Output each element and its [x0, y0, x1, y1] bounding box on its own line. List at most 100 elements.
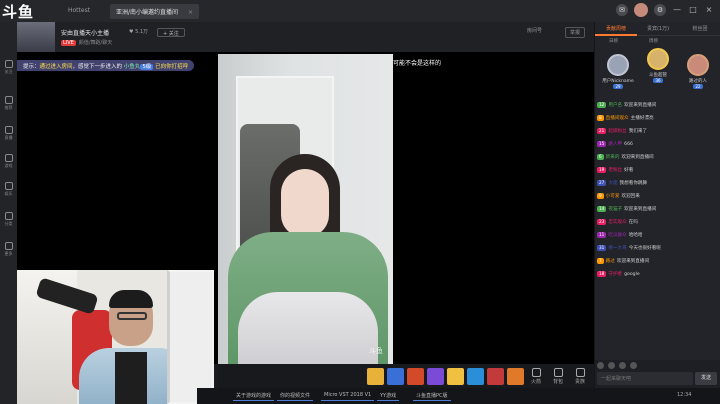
emoji-icon[interactable] — [597, 362, 604, 369]
taskbar-item[interactable]: 你的视频文件 — [277, 391, 314, 401]
chat-nickname[interactable]: 榜一大哥 — [608, 246, 626, 251]
rail-item-recommend[interactable]: 推荐 — [2, 96, 15, 111]
user-level-badge: 18 — [597, 271, 607, 277]
tv-icon — [4, 126, 13, 134]
user-level-badge: 21 — [597, 128, 607, 134]
douyu-logo[interactable]: 斗鱼 — [2, 1, 58, 21]
gift-bar-button[interactable]: 贵族 — [571, 368, 589, 385]
close-window-icon[interactable]: × — [704, 5, 714, 15]
chat-text: 欢迎来到直播间 — [624, 207, 657, 212]
music-icon — [4, 182, 13, 190]
live-badge: LIVE — [61, 40, 76, 46]
chat-message[interactable]: 7 路过 欢迎来到直播间 — [597, 258, 717, 265]
chat-message[interactable]: 18 守护者 google — [597, 271, 717, 278]
color-icon[interactable] — [619, 362, 626, 369]
gift-item[interactable] — [407, 368, 424, 385]
taskbar-item[interactable]: 关于游戏的游戏 — [233, 391, 275, 401]
gift-item[interactable] — [447, 368, 464, 385]
maximize-icon[interactable]: □ — [688, 5, 698, 15]
chat-nickname[interactable]: 新来的 — [606, 155, 620, 160]
chat-message[interactable]: 8 直播间观众 主播好漂亮 — [597, 115, 717, 122]
tab-fan-club[interactable]: 粉丝团 — [679, 22, 720, 36]
rail-item-category[interactable]: 分类 — [2, 212, 15, 227]
more-icon — [4, 242, 13, 250]
gift-item[interactable] — [427, 368, 444, 385]
chat-nickname[interactable]: 路人甲 — [608, 142, 622, 147]
rank-2[interactable]: 用户Nickname 29 — [599, 54, 637, 90]
chat-message[interactable]: 27 大佬 我想看你跳舞 — [597, 180, 717, 187]
gamepad-icon — [4, 154, 13, 162]
chat-nickname[interactable]: 老粉丝 — [608, 168, 622, 173]
taskbar-item[interactable]: Micro VST 2018 V1 — [321, 391, 375, 401]
send-button[interactable]: 发送 — [695, 372, 717, 385]
chat-nickname[interactable]: 守护者 — [608, 272, 622, 277]
rail-item-follow[interactable]: 关注 — [2, 60, 15, 75]
notice-user[interactable]: 通过进入房间 — [40, 64, 73, 70]
rank-daily[interactable]: 日榜 — [609, 38, 618, 44]
tab-vip[interactable]: 贵宾(1万) — [637, 22, 679, 36]
chat-nickname[interactable]: 用户名 — [608, 103, 622, 108]
close-tab-icon[interactable]: × — [188, 9, 193, 16]
chat-message[interactable]: 14 夜猫子 欢迎来到直播间 — [597, 206, 717, 213]
video-stage[interactable]: 提示：通过进入房间，感觉下一步进入的 小鱼丸 5级 已向你打招呼 可能不会是这样的… — [17, 52, 594, 404]
gift-item[interactable] — [367, 368, 384, 385]
chat-message[interactable]: 23 忠实观众 在吗 — [597, 219, 717, 226]
star-icon — [4, 96, 13, 104]
chat-nickname[interactable]: 小可爱 — [606, 194, 620, 199]
chat-message[interactable]: 19 老粉丝 好看 — [597, 167, 717, 174]
tab-contribution[interactable]: 贡献周榜 — [595, 22, 637, 36]
rank-weekly[interactable]: 周榜 — [649, 38, 658, 44]
contributor-avatar — [687, 54, 709, 76]
gift-item[interactable] — [387, 368, 404, 385]
fan-icon[interactable] — [630, 362, 637, 369]
chat-nickname[interactable]: 路过 — [606, 259, 615, 264]
gift-item[interactable] — [467, 368, 484, 385]
gift-item[interactable] — [487, 368, 504, 385]
follow-button[interactable]: + 关注 — [157, 28, 185, 37]
message-icon[interactable]: ✉ — [616, 4, 628, 16]
chat-nickname[interactable]: 吃瓜群众 — [608, 233, 626, 238]
chat-message[interactable]: 9 小可爱 欢迎回来 — [597, 193, 717, 200]
rank-3[interactable]: 路过的人 22 — [679, 54, 717, 90]
taskbar-item[interactable]: YY游戏 — [377, 391, 400, 401]
notice-user-2[interactable]: 小鱼丸 — [124, 64, 141, 70]
chat-message[interactable]: 12 用户名 欢迎来到直播间 — [597, 102, 717, 109]
chat-nickname[interactable]: 超级粉丝 — [608, 129, 626, 134]
rail-item-fun[interactable]: 娱乐 — [2, 182, 15, 197]
gift-icon[interactable] — [608, 362, 615, 369]
room-number-label: 房间号 — [527, 28, 543, 34]
chat-message[interactable]: 31 榜一大哥 今天也很好看呢 — [597, 245, 717, 252]
gift-bar-button[interactable]: 火箭 — [527, 368, 545, 385]
taskbar-item[interactable]: 斗鱼直播PC版 — [413, 391, 451, 401]
chat-input[interactable]: 一起来聊天吧 — [597, 372, 693, 385]
gift-item[interactable] — [507, 368, 524, 385]
chat-nickname[interactable]: 忠实观众 — [608, 220, 626, 225]
gift-bar-button[interactable]: 背包 — [549, 368, 567, 385]
chat-message[interactable]: 21 超级粉丝 我们来了 — [597, 128, 717, 135]
tab-hottest[interactable]: Hottest — [62, 4, 96, 19]
main-video-feed[interactable]: 斗鱼 — [218, 54, 393, 364]
chat-nickname[interactable]: 直播间观众 — [606, 116, 629, 121]
rail-item-live[interactable]: 直播 — [2, 126, 15, 141]
chat-message[interactable]: 6 新来的 欢迎来到直播间 — [597, 154, 717, 161]
rank-1[interactable]: 斗鱼超管 36 — [639, 48, 677, 84]
chat-nickname[interactable]: 大佬 — [608, 181, 617, 186]
chat-message[interactable]: 15 路人甲 666 — [597, 141, 717, 148]
chat-text: 欢迎来到直播间 — [616, 259, 650, 264]
tab-live-room[interactable]: 亚洲/南小编邀约直播间 × — [110, 4, 199, 19]
user-avatar[interactable] — [634, 3, 648, 17]
title-bar: 斗鱼 Hottest 亚洲/南小编邀约直播间 × ✉ ⚙ — □ × — [0, 0, 720, 22]
chat-text: 在吗 — [628, 220, 638, 225]
grid-icon — [4, 212, 13, 220]
streamer-avatar[interactable] — [17, 22, 55, 52]
rail-item-more[interactable]: 更多 — [2, 242, 15, 257]
chat-message[interactable]: 11 吃瓜群众 哈哈哈 — [597, 232, 717, 239]
contributor-avatar — [607, 54, 629, 76]
chat-nickname[interactable]: 夜猫子 — [608, 207, 622, 212]
report-button[interactable]: 举报 — [565, 27, 586, 38]
video-knees — [238, 292, 378, 364]
rail-item-game[interactable]: 游戏 — [2, 154, 15, 169]
settings-icon[interactable]: ⚙ — [654, 4, 666, 16]
user-level-badge: 8 — [597, 115, 604, 121]
minimize-icon[interactable]: — — [672, 5, 682, 15]
